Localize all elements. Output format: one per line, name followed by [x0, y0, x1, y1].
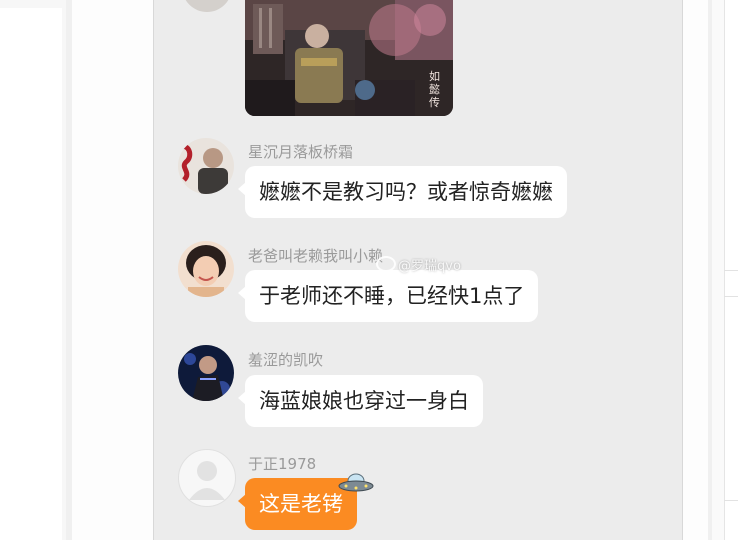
default-avatar-icon[interactable]	[178, 449, 236, 507]
username[interactable]: 羞涩的凯吹	[248, 349, 323, 370]
avatar-image	[178, 138, 234, 194]
chat-bubble[interactable]: 于老师还不睡，已经快1点了	[237, 270, 539, 322]
chat-bubble[interactable]: 海蓝娘娘也穿过一身白	[238, 375, 483, 427]
right-card-divider	[724, 500, 738, 501]
tv-still-image: 如懿传	[245, 0, 453, 116]
username[interactable]: 老爸叫老赖我叫小赖	[248, 245, 383, 266]
avatar-image	[178, 345, 234, 401]
left-background-panel	[0, 0, 66, 540]
right-card-divider	[724, 270, 738, 271]
photo-message[interactable]: 如懿传	[245, 0, 453, 116]
avatar-image	[178, 241, 234, 297]
avatar[interactable]	[178, 138, 234, 194]
weibo-watermark: @罗瑞qvo	[376, 255, 461, 274]
chat-bubble[interactable]: 嬷嬷不是教习吗？或者惊奇嬷嬷	[238, 166, 567, 218]
avatar[interactable]	[178, 345, 234, 401]
right-card-divider	[724, 296, 738, 297]
username[interactable]: 星沉月落板桥霜	[248, 141, 353, 162]
username[interactable]: 于正1978	[248, 453, 316, 474]
ufo-sticker-icon	[338, 473, 374, 492]
left-card	[0, 8, 62, 540]
photo-caption: 如懿传	[429, 69, 440, 109]
weibo-logo-icon	[376, 256, 396, 272]
avatar[interactable]	[178, 241, 234, 297]
